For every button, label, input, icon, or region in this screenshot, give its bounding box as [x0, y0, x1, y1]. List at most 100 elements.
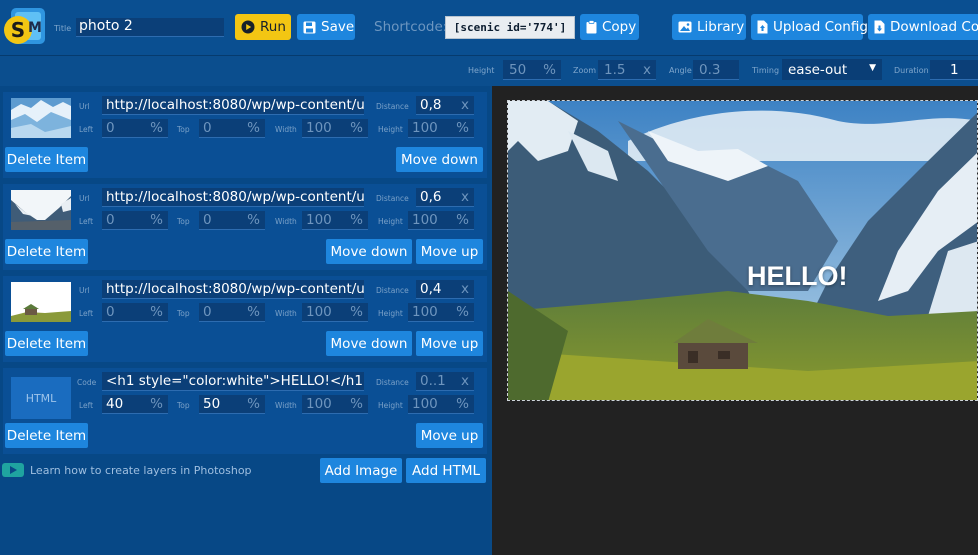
left-input[interactable]: 40 %: [102, 395, 168, 414]
zoom-input[interactable]: 1.5 x: [598, 60, 656, 80]
height-value: 50: [509, 61, 527, 78]
left-input[interactable]: 0 %: [102, 211, 168, 230]
delete-item-button[interactable]: Delete Item: [5, 239, 88, 264]
height-label: Height: [378, 217, 403, 226]
height-unit: %: [456, 396, 469, 412]
top-value: 0: [203, 304, 212, 320]
top-unit: %: [247, 396, 260, 412]
library-button[interactable]: Library: [672, 14, 746, 40]
left-input[interactable]: 0 %: [102, 119, 168, 138]
width-unit: %: [350, 120, 363, 136]
height-unit: %: [456, 120, 469, 136]
top-unit: %: [247, 212, 260, 228]
height-input[interactable]: 50 %: [503, 60, 561, 80]
width-input[interactable]: 100 %: [302, 303, 368, 322]
top-value: 0: [203, 120, 212, 136]
left-unit: %: [150, 212, 163, 228]
hello-html-layer: HELLO!: [747, 261, 848, 291]
run-button[interactable]: Run: [235, 14, 291, 40]
left-label: Left: [79, 217, 94, 226]
shortcode-field[interactable]: [scenic id='774']: [445, 16, 575, 39]
upload-config-button[interactable]: Upload Config: [751, 14, 868, 40]
run-label: Run: [260, 19, 286, 35]
angle-input[interactable]: 0.3: [693, 60, 739, 80]
play-icon: [241, 20, 255, 34]
height-input[interactable]: 100 %: [408, 303, 474, 322]
height-label: Height: [468, 66, 495, 75]
timing-select[interactable]: ease-out ▼: [782, 59, 882, 80]
move-up-button[interactable]: Move up: [416, 423, 483, 448]
save-label: Save: [321, 19, 355, 35]
top-value: 50: [203, 396, 221, 412]
top-input[interactable]: 0 %: [199, 119, 265, 138]
file-upload-icon: [757, 20, 768, 34]
height-input[interactable]: 100 %: [408, 395, 474, 414]
delete-item-button[interactable]: Delete Item: [5, 331, 88, 356]
url-label: Url: [79, 286, 90, 295]
top-input[interactable]: 0 %: [199, 303, 265, 322]
top-input[interactable]: 0 %: [199, 211, 265, 230]
left-input[interactable]: 0 %: [102, 303, 168, 322]
move-down-button[interactable]: Move down: [396, 147, 483, 172]
add-html-button[interactable]: Add HTML: [406, 458, 486, 483]
distance-label: Distance: [376, 286, 409, 295]
move-down-button[interactable]: Move down: [326, 239, 412, 264]
delete-item-button[interactable]: Delete Item: [5, 423, 88, 448]
svg-text:S: S: [11, 18, 25, 42]
angle-label: Angle: [669, 66, 692, 75]
distance-input[interactable]: 0,8 x: [416, 96, 474, 115]
left-label: Left: [79, 125, 94, 134]
save-button[interactable]: Save: [297, 14, 355, 40]
add-image-button[interactable]: Add Image: [320, 458, 402, 483]
copy-label: Copy: [602, 19, 637, 35]
download-config-button[interactable]: Download Con: [868, 14, 978, 40]
distance-value: 0,6: [420, 189, 442, 205]
title-input[interactable]: photo 2: [76, 18, 224, 37]
download-config-label: Download Con: [890, 19, 978, 35]
duration-input[interactable]: 1: [930, 60, 978, 80]
move-down-button[interactable]: Move down: [326, 331, 412, 356]
move-up-button[interactable]: Move up: [416, 331, 483, 356]
top-unit: %: [247, 304, 260, 320]
width-input[interactable]: 100 %: [302, 395, 368, 414]
layer-item-html: HTML Code <h1 style="color:white">HELLO!…: [3, 368, 487, 454]
angle-value: 0.3: [699, 61, 721, 78]
height-input[interactable]: 100 %: [408, 211, 474, 230]
url-input[interactable]: http://localhost:8080/wp/wp-content/up: [102, 280, 364, 299]
height-input[interactable]: 100 %: [408, 119, 474, 138]
width-input[interactable]: 100 %: [302, 119, 368, 138]
height-label: Height: [378, 125, 403, 134]
width-value: 100: [306, 304, 332, 320]
zoom-unit: x: [643, 62, 651, 78]
timing-label: Timing: [752, 66, 780, 75]
width-input[interactable]: 100 %: [302, 211, 368, 230]
upload-config-label: Upload Config: [773, 19, 868, 35]
distance-input[interactable]: 0..1 x: [416, 372, 474, 391]
html-layer-badge: HTML: [11, 377, 71, 419]
height-unit: %: [456, 304, 469, 320]
scene-preview[interactable]: HELLO!: [507, 100, 978, 401]
left-unit: %: [150, 120, 163, 136]
distance-unit: x: [461, 373, 469, 389]
distance-unit: x: [461, 189, 469, 205]
left-value: 0: [106, 212, 115, 228]
left-unit: %: [150, 304, 163, 320]
url-label: Url: [79, 102, 90, 111]
learn-photoshop-link[interactable]: Learn how to create layers in Photoshop: [2, 463, 252, 477]
library-label: Library: [697, 19, 745, 35]
width-value: 100: [306, 120, 332, 136]
zoom-value: 1.5: [604, 61, 626, 78]
url-input[interactable]: http://localhost:8080/wp/wp-content/up: [102, 96, 364, 115]
code-input[interactable]: <h1 style="color:white">HELLO!</h1>: [102, 372, 364, 391]
image-icon: [678, 21, 692, 33]
svg-text:M: M: [28, 20, 42, 36]
timing-value: ease-out: [788, 61, 848, 78]
distance-input[interactable]: 0,6 x: [416, 188, 474, 207]
delete-item-button[interactable]: Delete Item: [5, 147, 88, 172]
url-input[interactable]: http://localhost:8080/wp/wp-content/up: [102, 188, 364, 207]
copy-button[interactable]: Copy: [580, 14, 639, 40]
top-input[interactable]: 50 %: [199, 395, 265, 414]
move-up-button[interactable]: Move up: [416, 239, 483, 264]
height-label: Height: [378, 309, 403, 318]
distance-input[interactable]: 0,4 x: [416, 280, 474, 299]
